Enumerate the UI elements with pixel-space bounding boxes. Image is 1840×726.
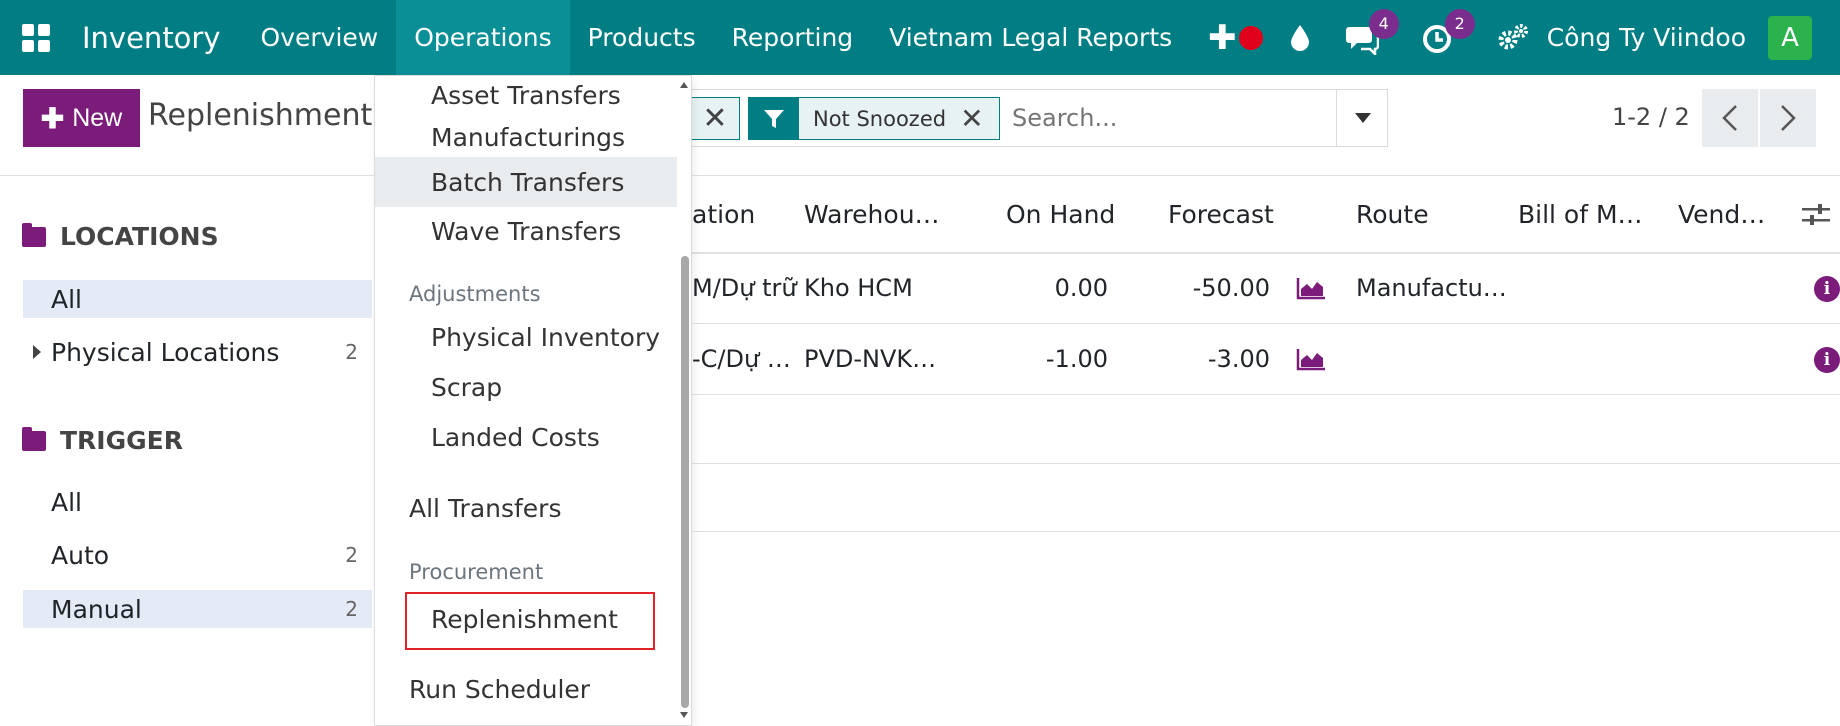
messages-badge: 4 bbox=[1368, 8, 1399, 39]
record-icon[interactable] bbox=[1238, 25, 1263, 50]
info-icon[interactable]: i bbox=[1814, 276, 1840, 302]
facet-remove-icon[interactable]: ✕ bbox=[690, 97, 740, 140]
chevron-left-icon bbox=[1722, 105, 1737, 131]
scrollbar-thumb[interactable] bbox=[681, 256, 689, 708]
nav-overview[interactable]: Overview bbox=[243, 0, 397, 75]
menu-item-manufacturings[interactable]: Manufacturings bbox=[375, 112, 677, 162]
filter-icon bbox=[749, 98, 799, 139]
folder-icon bbox=[22, 222, 46, 247]
menu-item-physical-inventory[interactable]: Physical Inventory bbox=[375, 312, 677, 362]
search-input[interactable] bbox=[1012, 104, 1312, 132]
sidebar-item-auto[interactable]: Auto 2 bbox=[23, 536, 372, 574]
forecast-chart-icon[interactable] bbox=[1296, 276, 1326, 300]
chevron-right-icon bbox=[1781, 105, 1796, 131]
menu-item-landed-costs[interactable]: Landed Costs bbox=[375, 412, 677, 462]
replenishment-highlight-box bbox=[405, 592, 655, 650]
nav-vietnam-legal-reports[interactable]: Vietnam Legal Reports bbox=[871, 0, 1190, 75]
table-header: ation Warehou… On Hand Forecast Route Bi… bbox=[692, 176, 1840, 254]
column-location[interactable]: ation bbox=[692, 200, 755, 229]
new-button-label: New bbox=[72, 103, 123, 132]
pager-value[interactable]: 1-2 / 2 bbox=[1612, 103, 1690, 131]
empty-table-row bbox=[692, 396, 1840, 464]
info-icon[interactable]: i bbox=[1814, 347, 1840, 373]
sidebar-count: 2 bbox=[345, 340, 358, 364]
menu-header-adjustments: Adjustments bbox=[409, 282, 541, 306]
pager-next-button[interactable] bbox=[1760, 89, 1816, 147]
column-forecast[interactable]: Forecast bbox=[1168, 200, 1274, 229]
drop-icon[interactable] bbox=[1289, 24, 1311, 52]
company-switcher[interactable]: Công Ty Viindoo bbox=[1547, 23, 1746, 52]
sidebar-item-trigger-all[interactable]: All bbox=[23, 483, 372, 521]
app-brand[interactable]: Inventory bbox=[82, 21, 221, 55]
forecast-chart-icon[interactable] bbox=[1296, 347, 1326, 371]
facet-label: Not Snoozed bbox=[813, 106, 947, 131]
sidebar-count: 2 bbox=[345, 543, 358, 567]
user-avatar[interactable]: A bbox=[1768, 15, 1812, 60]
optional-columns-icon[interactable] bbox=[1802, 204, 1830, 226]
trigger-header: TRIGGER bbox=[22, 426, 183, 455]
top-navbar: Inventory Overview Operations Products R… bbox=[0, 0, 1840, 75]
menu-header-procurement: Procurement bbox=[409, 560, 544, 584]
sidebar-count: 2 bbox=[345, 597, 358, 621]
menu-item-run-scheduler[interactable]: Run Scheduler bbox=[375, 664, 677, 714]
table-row[interactable]: M/Dự trữ Kho HCM 0.00 -50.00 Manufactu… … bbox=[692, 254, 1840, 324]
table-row[interactable]: -C/Dự … PVD-NVK… -1.00 -3.00 i bbox=[692, 325, 1840, 395]
search-panel: LOCATIONS All Physical Locations 2 TRIGG… bbox=[0, 176, 372, 726]
menu-item-wave-transfers[interactable]: Wave Transfers bbox=[375, 206, 677, 256]
nav-reporting[interactable]: Reporting bbox=[714, 0, 872, 75]
facet-close-icon[interactable]: ✕ bbox=[960, 102, 983, 135]
nav-products[interactable]: Products bbox=[570, 0, 714, 75]
menu-item-batch-transfers[interactable]: Batch Transfers bbox=[375, 157, 677, 207]
column-vendor[interactable]: Vend… bbox=[1678, 200, 1765, 229]
folder-icon bbox=[22, 426, 46, 451]
settings-gears-icon[interactable] bbox=[1497, 23, 1529, 53]
caret-down-icon bbox=[1354, 113, 1371, 123]
column-on-hand[interactable]: On Hand bbox=[1006, 200, 1115, 229]
search-facet: Not Snoozed ✕ bbox=[748, 97, 1000, 140]
sidebar-item-locations-all[interactable]: All bbox=[23, 280, 372, 318]
column-bill-of-materials[interactable]: Bill of M… bbox=[1518, 200, 1643, 229]
operations-dropdown-menu: Asset Transfers Manufacturings Batch Tra… bbox=[374, 75, 692, 726]
search-options-toggle[interactable] bbox=[1336, 89, 1388, 147]
menu-item-all-transfers[interactable]: All Transfers bbox=[375, 483, 677, 533]
nav-operations[interactable]: Operations bbox=[396, 0, 570, 75]
scroll-down-arrow-icon[interactable] bbox=[680, 712, 688, 718]
locations-header: LOCATIONS bbox=[22, 222, 219, 251]
messages-icon[interactable]: 4 bbox=[1345, 8, 1399, 57]
apps-menu-icon[interactable] bbox=[0, 0, 72, 75]
new-button[interactable]: ✚ New bbox=[23, 89, 140, 147]
scroll-up-arrow-icon[interactable] bbox=[680, 82, 688, 88]
sidebar-item-manual[interactable]: Manual 2 bbox=[23, 590, 372, 628]
activities-icon[interactable]: 2 bbox=[1421, 8, 1475, 55]
sidebar-item-physical-locations[interactable]: Physical Locations 2 bbox=[23, 333, 372, 371]
column-warehouse[interactable]: Warehou… bbox=[804, 200, 940, 229]
column-route[interactable]: Route bbox=[1356, 200, 1429, 229]
caret-right-icon[interactable] bbox=[33, 345, 41, 359]
empty-table-row bbox=[692, 464, 1840, 532]
plus-icon: ✚ bbox=[40, 102, 65, 134]
activities-badge: 2 bbox=[1444, 8, 1475, 39]
menu-item-scrap[interactable]: Scrap bbox=[375, 362, 677, 412]
page-title: Replenishment bbox=[148, 98, 373, 133]
pager-previous-button[interactable] bbox=[1702, 89, 1758, 147]
